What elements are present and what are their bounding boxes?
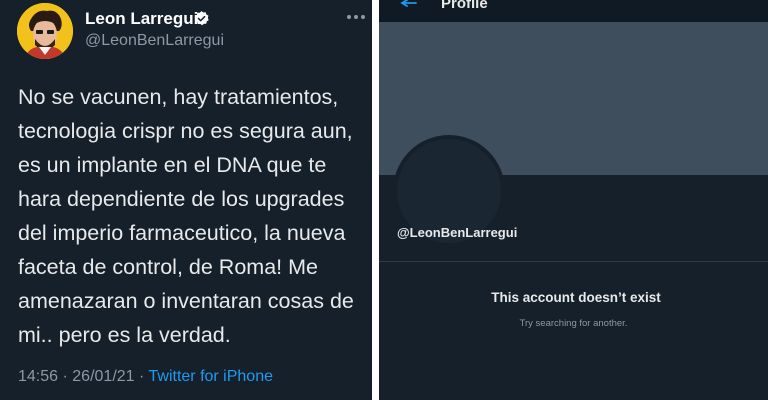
profile-handle: @LeonBenLarregui: [397, 225, 518, 240]
tweet-source-link[interactable]: Twitter for iPhone: [149, 368, 274, 385]
account-missing-subtitle: Try searching for another.: [519, 318, 628, 329]
tweet-body: No se vacunen, hay tratamientos, tecnolo…: [18, 80, 372, 352]
tweet-text-line: tecnologia crispr no es segura aun,: [18, 119, 353, 143]
tweet-time[interactable]: 14:56: [18, 368, 58, 385]
tweet-text-line: del imperio farmaceutico, la nueva: [18, 221, 346, 245]
tweet-text-line: mi.. pero es la verdad.: [18, 323, 231, 347]
tweet-text-line: amenazaran o inventaran cosas de: [18, 289, 354, 313]
tweet-text-line: hara dependiente de los upgrades: [18, 187, 345, 211]
author-display-name[interactable]: Leon Larregui: [85, 9, 198, 29]
tweet-text-line: es un implante en el DNA que te: [18, 153, 327, 177]
author-avatar[interactable]: [17, 3, 73, 59]
profile-divider: [379, 261, 768, 262]
tweet-metadata: 14:56 · 26/01/21 · Twitter for iPhone: [18, 368, 273, 386]
meta-separator: ·: [62, 368, 68, 385]
meta-separator: ·: [139, 368, 145, 385]
author-username[interactable]: @LeonBenLarregui: [85, 32, 224, 50]
profile-header-bar: Profile: [379, 0, 768, 22]
account-missing-title: This account doesn’t exist: [491, 290, 661, 305]
profile-title: Profile: [441, 0, 488, 12]
more-options-icon[interactable]: [346, 10, 366, 24]
tweet-text-line: No se vacunen, hay tratamientos,: [18, 85, 339, 109]
panel-divider: [372, 0, 379, 400]
tweet-date[interactable]: 26/01/21: [72, 368, 134, 385]
profile-screen: Profile @LeonBenLarregui This account do…: [379, 0, 768, 400]
screenshot-composite: Leon Larregui @LeonBenLarregui No se vac…: [0, 0, 768, 400]
back-arrow-icon[interactable]: [399, 0, 417, 10]
tweet-text-line: faceta de control, de Roma! Me: [18, 255, 318, 279]
cartoon-portrait-icon: [17, 3, 73, 59]
tweet-card: Leon Larregui @LeonBenLarregui No se vac…: [0, 0, 372, 400]
verified-badge-icon: [194, 11, 209, 26]
